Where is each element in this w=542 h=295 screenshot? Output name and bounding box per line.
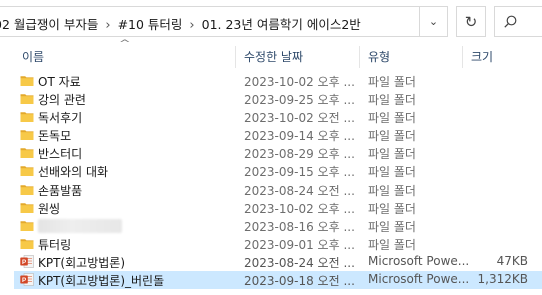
- search-box[interactable]: [494, 6, 542, 37]
- file-name: 반스터디: [38, 147, 83, 162]
- folder-row[interactable]: 선배와의 대화 2023-09-15 오후 ... 파일 폴더: [14, 162, 542, 180]
- folder-row[interactable]: 원씽 2023-10-02 오후 ... 파일 폴더: [14, 199, 542, 217]
- file-type: 파일 폴더: [368, 219, 416, 234]
- refresh-button[interactable]: ↻: [456, 6, 486, 37]
- svg-text:P: P: [22, 259, 26, 266]
- file-name: 원씽: [38, 201, 61, 216]
- file-type: 파일 폴더: [368, 201, 416, 216]
- file-type: Microsoft Powe...: [368, 272, 470, 287]
- address-history-dropdown-button[interactable]: ⌄: [420, 6, 448, 37]
- column-header-type[interactable]: 유형: [368, 48, 390, 65]
- date-modified: 2023-10-02 오전 ...: [244, 111, 355, 126]
- date-modified: 2023-09-25 오후 ...: [244, 93, 355, 108]
- file-type: 파일 폴더: [368, 237, 416, 252]
- file-name: KPT(회고방법론)_버린돌: [38, 274, 165, 289]
- folder-row[interactable]: OT 자료 2023-10-02 오후 ... 파일 폴더: [14, 72, 542, 90]
- folder-icon: [20, 130, 34, 141]
- redacted-name: [38, 218, 122, 233]
- folder-icon: [20, 112, 34, 123]
- column-header-name[interactable]: 이름: [22, 48, 44, 65]
- folder-icon: [20, 202, 34, 213]
- folder-row[interactable]: 강의 관련 2023-09-25 오후 ... 파일 폴더: [14, 90, 542, 108]
- file-size: 47KB: [496, 253, 528, 268]
- file-name: 강의 관련: [38, 93, 86, 108]
- folder-row[interactable]: 튜터링 2023-09-01 오후 ... 파일 폴더: [14, 235, 542, 253]
- file-row[interactable]: P KPT(회고방법론) 2023-08-24 오전 ... Microsoft Po…: [14, 253, 542, 271]
- column-divider[interactable]: [462, 46, 463, 68]
- folder-icon: [20, 148, 34, 159]
- folder-row[interactable]: 독서후기 2023-10-02 오전 ... 파일 폴더: [14, 108, 542, 126]
- sort-ascending-icon: ^: [118, 39, 131, 49]
- file-type: 파일 폴더: [368, 165, 416, 180]
- chevron-down-icon: ⌄: [428, 15, 439, 28]
- breadcrumb-item[interactable]: 02 월급쟁이 부자들: [0, 17, 98, 32]
- search-icon: [504, 15, 517, 28]
- folder-icon: [20, 184, 34, 195]
- date-modified: 2023-10-02 오후 ...: [244, 75, 355, 89]
- date-modified: 2023-09-01 오후 ...: [244, 237, 355, 252]
- date-modified: 2023-08-24 오전 ...: [244, 255, 355, 270]
- date-modified: 2023-10-02 오후 ...: [244, 201, 355, 216]
- file-size: 1,312KB: [477, 272, 528, 287]
- file-type: Microsoft Powe...: [368, 253, 470, 268]
- date-modified: 2023-09-18 오전 ...: [244, 274, 355, 289]
- file-type: 파일 폴더: [368, 183, 416, 198]
- breadcrumb: 02 월급쟁이 부자들 › #10 튜터링 › 01. 23년 여름학기 에이스2반: [0, 14, 361, 33]
- column-header-size[interactable]: 크기: [471, 48, 493, 65]
- breadcrumb-item[interactable]: #10 튜터링: [118, 17, 183, 32]
- date-modified: 2023-08-29 오후 ...: [244, 147, 355, 162]
- address-bar[interactable]: 02 월급쟁이 부자들 › #10 튜터링 › 01. 23년 여름학기 에이스2반: [0, 6, 420, 37]
- column-header-date[interactable]: 수정한 날짜: [244, 48, 303, 65]
- powerpoint-icon: P: [20, 273, 34, 286]
- file-name: 튜터링: [38, 237, 72, 252]
- file-name: 선배와의 대화: [38, 165, 109, 180]
- file-name: KPT(회고방법론): [38, 255, 125, 270]
- file-type: 파일 폴더: [368, 75, 416, 89]
- column-divider[interactable]: [235, 46, 236, 68]
- breadcrumb-chevron-icon[interactable]: ›: [105, 18, 110, 33]
- file-type: 파일 폴더: [368, 111, 416, 126]
- date-modified: 2023-08-16 오후 ...: [244, 219, 355, 234]
- file-type: 파일 폴더: [368, 147, 416, 162]
- address-bar-row: 02 월급쟁이 부자들 › #10 튜터링 › 01. 23년 여름학기 에이스2반 ⌄…: [0, 0, 542, 44]
- file-name: OT 자료: [38, 75, 81, 89]
- file-list: OT 자료 2023-10-02 오후 ... 파일 폴더 강의 관련 2023-09-…: [14, 72, 542, 290]
- folder-icon: [20, 220, 34, 231]
- file-name: 손품발품: [38, 183, 83, 198]
- file-name: 돈독모: [38, 129, 72, 144]
- refresh-icon: ↻: [464, 12, 478, 31]
- file-type: 파일 폴더: [368, 93, 416, 108]
- folder-icon: [20, 76, 34, 86]
- folder-icon: [20, 239, 34, 249]
- column-divider[interactable]: [359, 46, 360, 68]
- folder-icon: [20, 166, 34, 177]
- folder-row[interactable]: 돈독모 2023-09-14 오후 ... 파일 폴더: [14, 126, 542, 144]
- breadcrumb-item[interactable]: 01. 23년 여름학기 에이스2반: [202, 17, 361, 32]
- svg-text:P: P: [22, 277, 26, 284]
- file-type: 파일 폴더: [368, 129, 416, 144]
- folder-row[interactable]: 2023-08-16 오후 ... 파일 폴더: [14, 217, 542, 235]
- breadcrumb-chevron-icon[interactable]: ›: [189, 18, 194, 33]
- folder-row[interactable]: 반스터디 2023-08-29 오후 ... 파일 폴더: [14, 144, 542, 162]
- date-modified: 2023-08-24 오전 ...: [244, 183, 355, 198]
- date-modified: 2023-09-15 오후 ...: [244, 165, 355, 180]
- file-row[interactable]: P KPT(회고방법론)_버린돌 2023-09-18 오전 ... Microsof…: [14, 271, 542, 290]
- powerpoint-icon: P: [20, 255, 34, 268]
- file-name: 독서후기: [38, 111, 83, 126]
- folder-row[interactable]: 손품발품 2023-08-24 오전 ... 파일 폴더: [14, 181, 542, 199]
- folder-icon: [20, 94, 34, 105]
- date-modified: 2023-09-14 오후 ...: [244, 129, 355, 144]
